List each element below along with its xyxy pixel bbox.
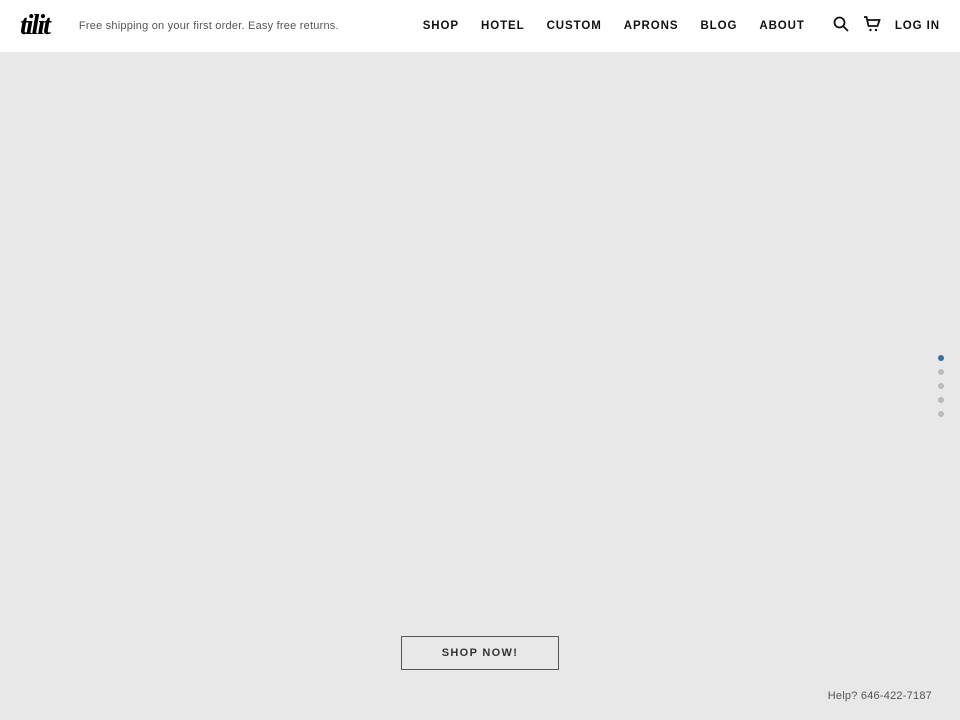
main-content: SHOP NOW! Help? 646-422-7187 — [0, 52, 960, 720]
header-tagline: Free shipping on your first order. Easy … — [79, 20, 339, 32]
main-nav: SHOP HOTEL CUSTOM APRONS BLOG ABOUT — [423, 16, 940, 36]
help-text: Help? 646-422-7187 — [828, 690, 932, 702]
slide-dot-4[interactable] — [938, 397, 944, 403]
logo-text: tilit — [20, 12, 49, 40]
slide-dots — [938, 355, 944, 417]
log-in-link[interactable]: LOG IN — [895, 20, 940, 32]
slide-dot-3[interactable] — [938, 383, 944, 389]
cta-container: SHOP NOW! — [401, 636, 559, 670]
nav-icons: LOG IN — [833, 16, 940, 36]
nav-item-blog[interactable]: BLOG — [700, 20, 737, 32]
slide-dot-1[interactable] — [938, 355, 944, 361]
site-logo[interactable]: tilit — [20, 12, 49, 40]
slide-dot-2[interactable] — [938, 369, 944, 375]
nav-item-aprons[interactable]: APRONS — [624, 20, 679, 32]
search-icon[interactable] — [833, 16, 849, 36]
nav-item-custom[interactable]: CUSTOM — [547, 20, 602, 32]
slide-dot-5[interactable] — [938, 411, 944, 417]
cart-icon[interactable] — [863, 16, 881, 36]
shop-now-button[interactable]: SHOP NOW! — [401, 636, 559, 670]
nav-item-shop[interactable]: SHOP — [423, 20, 459, 32]
site-header: tilit Free shipping on your first order.… — [0, 0, 960, 52]
header-left: tilit Free shipping on your first order.… — [20, 12, 339, 40]
nav-item-hotel[interactable]: HOTEL — [481, 20, 525, 32]
nav-item-about[interactable]: ABOUT — [759, 20, 805, 32]
